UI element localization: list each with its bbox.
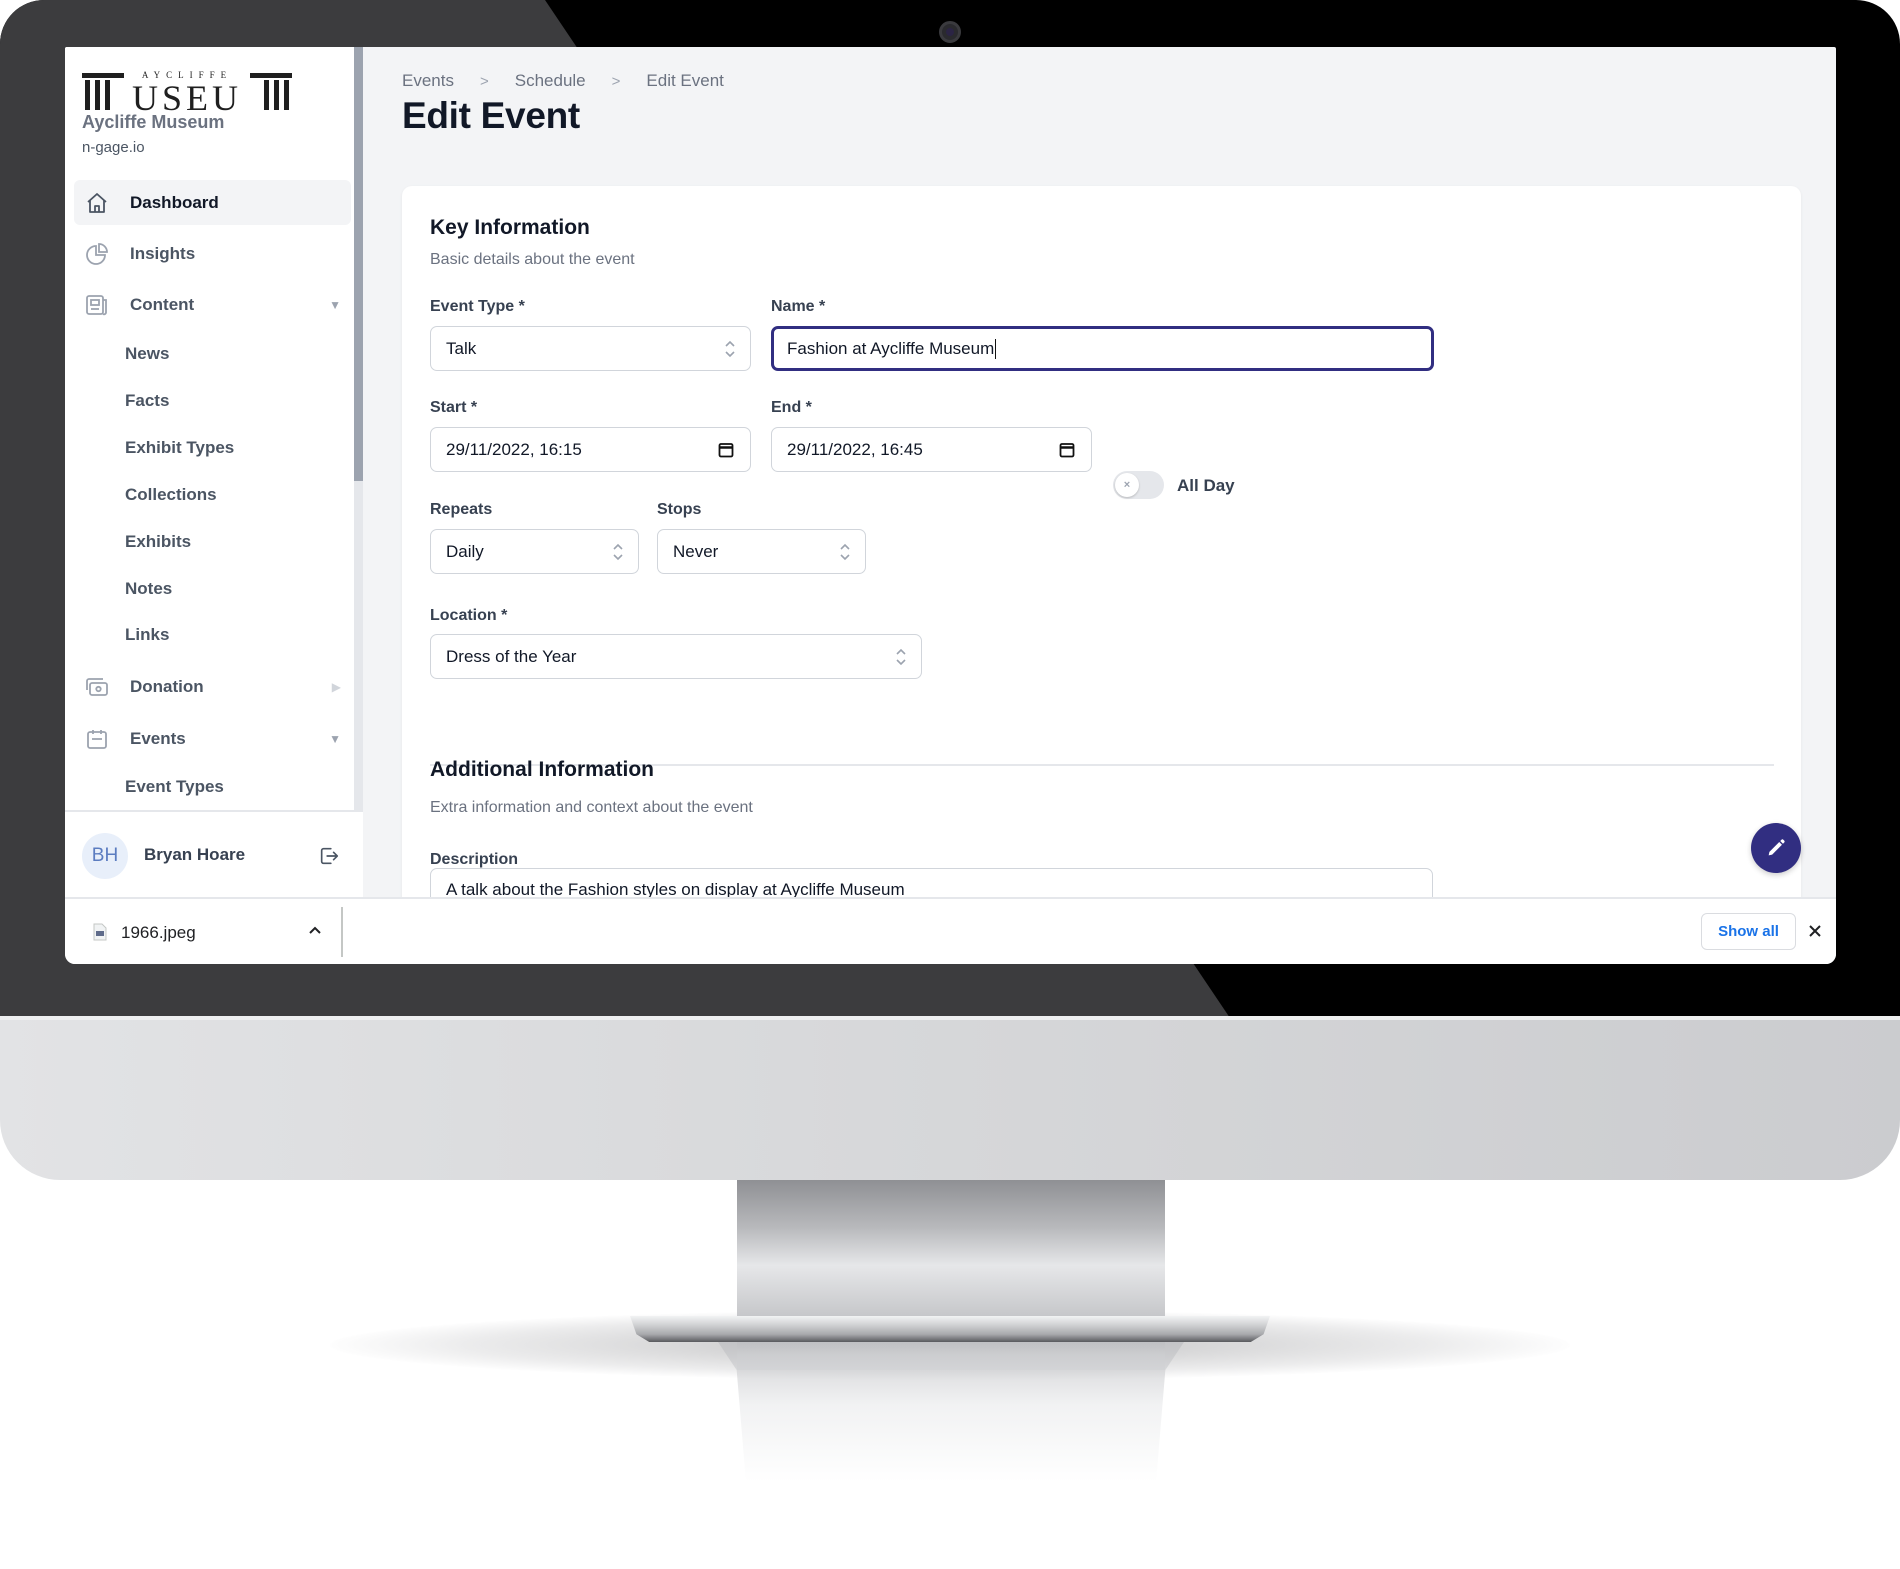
edit-fab-button[interactable] <box>1751 823 1801 873</box>
newspaper-icon <box>84 292 110 318</box>
sidebar-item-facts[interactable]: Facts <box>125 391 169 411</box>
sidebar-scrollbar-thumb[interactable] <box>354 47 363 481</box>
home-icon <box>84 190 110 216</box>
sidebar-item-label: Events <box>130 728 186 748</box>
logout-icon[interactable] <box>318 845 340 867</box>
calendar-icon <box>84 726 110 752</box>
event-type-select[interactable]: Talk <box>430 326 751 371</box>
event-type-label: Event Type * <box>430 298 525 315</box>
download-file-name: 1966.jpeg <box>121 923 196 942</box>
chevron-up-icon[interactable] <box>308 925 322 935</box>
select-arrows-icon <box>725 340 735 358</box>
start-label: Start * <box>430 399 478 416</box>
select-arrows-icon <box>896 648 906 666</box>
sidebar: AYCLIFFE USEU Aycliffe Museum n-gage.io … <box>65 47 363 897</box>
page-title: Edit Event <box>402 95 580 136</box>
name-label: Name * <box>771 298 826 315</box>
pie-chart-icon <box>84 241 110 267</box>
chevron-right-icon: > <box>479 72 489 90</box>
name-value: Fashion at Aycliffe Museum <box>787 338 995 358</box>
location-select[interactable]: Dress of the Year <box>430 634 922 679</box>
breadcrumb: Events > Schedule > Edit Event <box>402 71 724 91</box>
sidebar-item-links[interactable]: Links <box>125 625 169 645</box>
location-label: Location * <box>430 607 508 624</box>
location-value: Dress of the Year <box>446 646 577 666</box>
repeats-value: Daily <box>446 541 484 561</box>
stops-select[interactable]: Never <box>657 529 866 574</box>
description-label: Description <box>430 851 519 868</box>
close-icon: × <box>1115 473 1139 497</box>
repeats-label: Repeats <box>430 501 493 518</box>
key-info-title: Key Information <box>430 216 590 239</box>
image-file-icon <box>93 923 107 941</box>
camera-icon <box>939 21 961 43</box>
sidebar-item-news[interactable]: News <box>125 344 169 364</box>
user-name: Bryan Hoare <box>144 845 246 864</box>
text-cursor <box>995 338 997 359</box>
end-value: 29/11/2022, 16:45 <box>787 439 923 459</box>
sidebar-item-label: Content <box>130 294 195 314</box>
logo-main-text: USEU <box>132 78 242 112</box>
edit-event-form: Key Information Basic details about the … <box>402 186 1801 964</box>
chevron-right-icon: > <box>611 72 621 90</box>
key-info-subtitle: Basic details about the event <box>430 251 635 268</box>
breadcrumb-schedule[interactable]: Schedule <box>515 71 586 91</box>
calendar-icon[interactable] <box>1059 441 1075 458</box>
all-day-label[interactable]: All Day <box>1177 476 1235 496</box>
select-arrows-icon <box>613 543 623 561</box>
download-item[interactable]: 1966.jpeg <box>65 899 342 964</box>
stops-label: Stops <box>657 501 702 518</box>
cash-icon <box>84 674 110 700</box>
sidebar-item-exhibits[interactable]: Exhibits <box>125 532 191 552</box>
additional-info-title: Additional Information <box>430 758 654 782</box>
start-datetime-input[interactable]: 29/11/2022, 16:15 <box>430 427 751 472</box>
all-day-toggle[interactable]: × <box>1113 471 1164 499</box>
sidebar-item-label: Insights <box>130 243 196 263</box>
sidebar-item-donation[interactable]: Donation ▶ <box>74 664 351 709</box>
sidebar-item-label: Dashboard <box>130 192 219 212</box>
museum-logo: AYCLIFFE USEU <box>82 70 292 112</box>
monitor-stand-foot <box>630 1316 1270 1342</box>
repeats-select[interactable]: Daily <box>430 529 639 574</box>
close-icon[interactable] <box>1807 923 1823 939</box>
sidebar-item-events[interactable]: Events ▼ <box>74 716 351 761</box>
end-datetime-input[interactable]: 29/11/2022, 16:45 <box>771 427 1092 472</box>
stand-reflection <box>718 1342 1184 1482</box>
sidebar-item-content[interactable]: Content ▼ <box>74 282 351 327</box>
sidebar-item-event-types[interactable]: Event Types <box>125 777 224 797</box>
sidebar-item-insights[interactable]: Insights <box>74 231 351 276</box>
chevron-down-icon: ▼ <box>329 731 341 746</box>
browser-viewport: AYCLIFFE USEU Aycliffe Museum n-gage.io … <box>65 47 1836 964</box>
avatar[interactable]: BH <box>82 833 128 879</box>
download-separator <box>341 907 343 957</box>
sidebar-item-notes[interactable]: Notes <box>125 579 172 599</box>
sidebar-item-exhibit-types[interactable]: Exhibit Types <box>125 438 234 458</box>
name-input[interactable]: Fashion at Aycliffe Museum <box>771 326 1434 371</box>
chevron-right-icon: ▶ <box>331 679 341 694</box>
monitor-chin <box>0 1016 1900 1180</box>
show-all-button[interactable]: Show all <box>1701 913 1796 950</box>
start-value: 29/11/2022, 16:15 <box>446 439 582 459</box>
additional-info-subtitle: Extra information and context about the … <box>430 799 753 816</box>
org-name: Aycliffe Museum <box>82 112 225 132</box>
end-label: End * <box>771 399 812 416</box>
select-arrows-icon <box>840 543 850 561</box>
event-type-value: Talk <box>446 338 477 358</box>
sidebar-item-label: Donation <box>130 676 204 696</box>
sidebar-item-collections[interactable]: Collections <box>125 485 217 505</box>
calendar-icon[interactable] <box>718 441 734 458</box>
chevron-down-icon: ▼ <box>329 297 341 312</box>
breadcrumb-edit-event: Edit Event <box>646 71 724 90</box>
pencil-icon <box>1768 839 1785 856</box>
sidebar-item-dashboard[interactable]: Dashboard <box>74 180 351 225</box>
download-bar: 1966.jpeg Show all <box>65 897 1836 964</box>
org-domain: n-gage.io <box>82 139 145 156</box>
stops-value: Never <box>673 541 719 561</box>
breadcrumb-events[interactable]: Events <box>402 71 454 91</box>
user-panel: BH Bryan Hoare <box>65 810 363 897</box>
additional-info-title-text: Additional Information <box>430 758 654 781</box>
